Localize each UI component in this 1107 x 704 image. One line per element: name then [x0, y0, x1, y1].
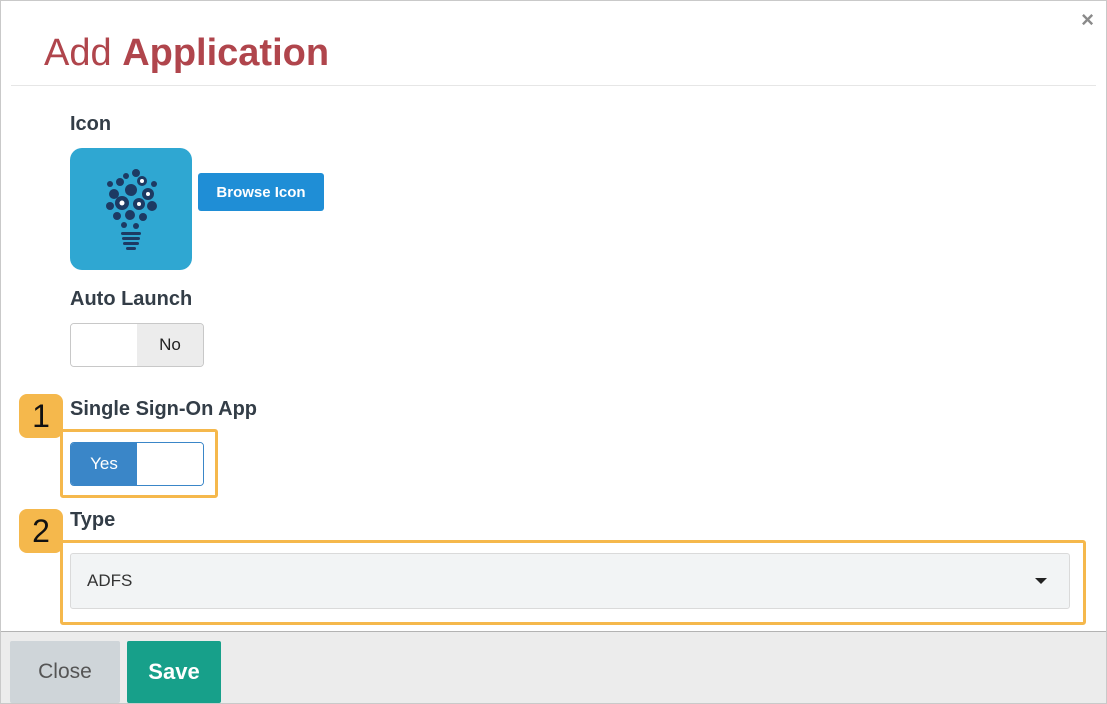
toggle-state-label: Yes — [71, 443, 137, 485]
toggle-blank-segment — [71, 324, 137, 366]
dialog-footer: Close Save — [1, 631, 1106, 703]
app-icon-preview — [70, 148, 192, 270]
type-select[interactable]: ADFS — [70, 553, 1070, 609]
header-divider — [11, 85, 1096, 86]
callout-badge-1: 1 — [19, 394, 63, 438]
title-prefix: Add — [44, 32, 112, 74]
save-button[interactable]: Save — [127, 641, 221, 703]
close-button[interactable]: Close — [10, 641, 120, 703]
close-icon[interactable]: × — [1081, 9, 1094, 31]
browse-icon-button[interactable]: Browse Icon — [198, 173, 324, 211]
icon-label: Icon — [70, 113, 112, 135]
toggle-state-label: No — [137, 324, 203, 366]
type-label: Type — [70, 509, 116, 531]
sso-label: Single Sign-On App — [70, 398, 258, 420]
caret-down-icon — [1035, 578, 1047, 584]
sso-toggle[interactable]: Yes — [70, 442, 204, 486]
auto-launch-label: Auto Launch — [70, 288, 193, 310]
toggle-blank-segment — [137, 443, 203, 485]
type-selected-value: ADFS — [87, 571, 133, 590]
auto-launch-toggle[interactable]: No — [70, 323, 204, 367]
lightbulb-icon — [106, 169, 157, 250]
dialog-title: Add Application — [44, 31, 329, 75]
title-main: Application — [122, 32, 330, 74]
callout-badge-2: 2 — [19, 509, 63, 553]
add-application-dialog: × Add Application Icon Browse Icon Auto … — [0, 0, 1107, 704]
